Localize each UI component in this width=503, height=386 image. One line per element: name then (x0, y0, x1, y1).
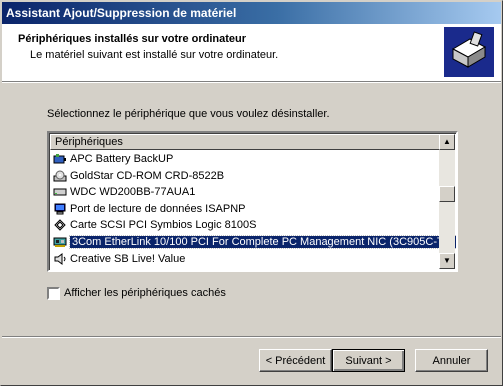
cdrom-icon (53, 170, 67, 182)
device-list-item[interactable]: 3Com EtherLink 10/100 PCI For Complete P… (50, 234, 456, 251)
instruction-text: Sélectionnez le périphérique que vous vo… (47, 108, 330, 120)
title-bar: Assistant Ajout/Suppression de matériel (2, 2, 501, 24)
column-header-peripheriques[interactable]: Périphériques (50, 134, 441, 150)
device-list-item[interactable]: WDC WD200BB-77AUA1 (50, 184, 441, 201)
network-card-icon (53, 236, 67, 248)
device-label: Creative SB Live! Value (70, 252, 186, 265)
computer-icon (53, 203, 67, 215)
window-title: Assistant Ajout/Suppression de matériel (6, 6, 237, 20)
device-label: APC Battery BackUP (70, 153, 174, 165)
device-list-item[interactable]: Creative SB Live! Value (50, 251, 441, 268)
device-label: 3Com EtherLink 10/100 PCI For Complete P… (69, 234, 456, 249)
device-label: GoldStar CD-ROM CRD-8522B (70, 169, 225, 182)
header-title: Périphériques installés sur votre ordina… (18, 33, 247, 45)
show-hidden-label[interactable]: Afficher les périphériques cachés (64, 287, 226, 299)
harddisk-icon (53, 186, 67, 198)
device-rows: APC Battery BackUP GoldStar CD-ROM CRD-85… (50, 151, 456, 268)
device-label: Port de lecture de données ISAPNP (70, 202, 246, 215)
wizard-header: Périphériques installés sur votre ordina… (2, 24, 501, 81)
header-separator (2, 81, 501, 83)
device-list[interactable]: Périphériques APC Battery BackUP GoldStar… (47, 131, 458, 272)
scroll-up-button[interactable]: ▲ (439, 134, 455, 150)
back-button[interactable]: < Précédent (259, 349, 332, 372)
device-list-item[interactable]: GoldStar CD-ROM CRD-8522B (50, 168, 441, 185)
device-label: Carte SCSI PCI Symbios Logic 8100S (70, 219, 257, 232)
show-hidden-checkbox[interactable] (47, 287, 60, 300)
hardware-wizard-icon (444, 27, 494, 77)
speaker-icon (53, 252, 67, 265)
device-list-item[interactable]: Carte SCSI PCI Symbios Logic 8100S (50, 217, 441, 234)
scsi-icon (53, 219, 67, 232)
wizard-window: Assistant Ajout/Suppression de matériel … (0, 0, 503, 386)
header-subtitle: Le matériel suivant est installé sur vot… (30, 49, 279, 61)
scroll-down-button[interactable]: ▼ (439, 253, 455, 269)
battery-icon (53, 153, 67, 165)
device-label: WDC WD200BB-77AUA1 (70, 186, 196, 199)
footer-separator (2, 336, 501, 338)
device-list-item[interactable]: APC Battery BackUP (50, 151, 441, 168)
cancel-button[interactable]: Annuler (415, 349, 488, 372)
device-list-item[interactable]: Port de lecture de données ISAPNP (50, 201, 441, 218)
scroll-thumb[interactable] (439, 186, 455, 202)
next-button[interactable]: Suivant > (332, 349, 405, 372)
vertical-scrollbar[interactable]: ▲ ▼ (439, 134, 455, 269)
